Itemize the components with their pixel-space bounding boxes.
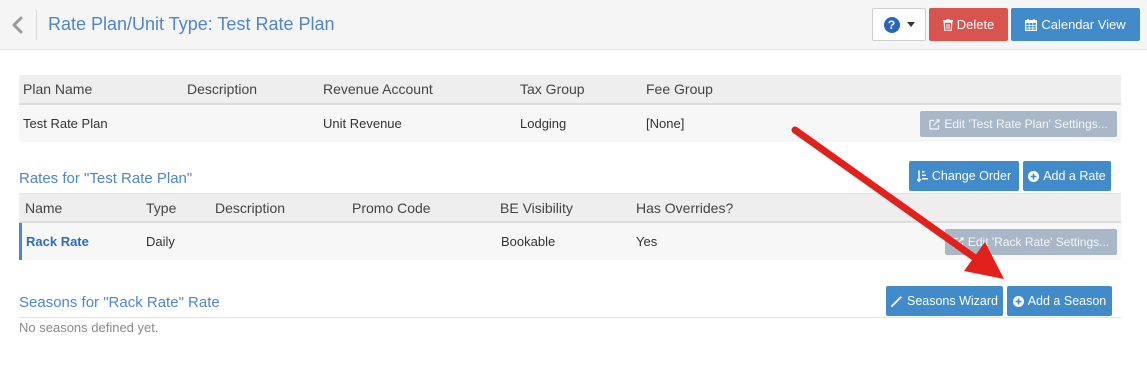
tax-group-cell: Lodging [520, 116, 567, 131]
empty-seasons-message: No seasons defined yet. [19, 320, 159, 335]
trash-icon [942, 18, 953, 31]
rate-name-link[interactable]: Rack Rate [26, 223, 89, 260]
edit-icon [929, 118, 940, 130]
column-header-fee-group: Fee Group [646, 81, 713, 97]
back-button[interactable] [6, 12, 28, 38]
has-overrides-cell: Yes [636, 234, 658, 249]
edit-rate-settings-button[interactable]: Edit 'Rack Rate' Settings... [945, 229, 1117, 255]
question-icon: ? [883, 16, 900, 33]
column-header-revenue-account: Revenue Account [323, 81, 433, 97]
caret-down-icon [906, 22, 915, 27]
edit-plan-settings-button[interactable]: Edit 'Test Rate Plan' Settings... [920, 111, 1117, 137]
edit-rate-settings-label: Edit 'Rack Rate' Settings... [967, 235, 1110, 249]
plan-table-header: Plan Name Description Revenue Account Ta… [19, 75, 1121, 105]
change-order-button[interactable]: Change Order [909, 161, 1019, 191]
calendar-icon [1025, 18, 1038, 31]
be-visibility-cell: Bookable [501, 234, 556, 249]
delete-label: Delete [956, 17, 995, 32]
add-rate-button[interactable]: Add a Rate [1023, 161, 1111, 191]
plus-circle-icon [1012, 295, 1024, 307]
rate-type-cell: Daily [146, 234, 175, 249]
rates-section-title: Rates for "Test Rate Plan" [19, 170, 193, 187]
rates-table-header: Name Type Description Promo Code BE Visi… [19, 194, 1121, 223]
column-header-be-visibility: BE Visibility [500, 199, 573, 216]
edit-plan-settings-label: Edit 'Test Rate Plan' Settings... [944, 117, 1108, 131]
top-bar: Rate Plan/Unit Type: Test Rate Plan ? De… [0, 0, 1147, 50]
divider [36, 10, 37, 40]
page-title: Rate Plan/Unit Type: Test Rate Plan [48, 14, 335, 34]
seasons-section-title: Seasons for "Rack Rate" Rate [19, 294, 220, 311]
chevron-left-icon [12, 16, 23, 34]
column-header-name: Name [25, 199, 63, 216]
column-header-promo-code: Promo Code [352, 199, 431, 216]
magic-wand-icon [891, 295, 903, 307]
column-header-plan-name: Plan Name [23, 81, 93, 97]
sort-icon [916, 170, 928, 182]
delete-button[interactable]: Delete [929, 8, 1008, 41]
column-header-description: Description [215, 199, 286, 216]
plus-circle-icon [1028, 170, 1040, 182]
add-season-label: Add a Season [1027, 294, 1107, 308]
divider [19, 317, 1121, 318]
seasons-wizard-label: Seasons Wizard [906, 294, 998, 308]
edit-icon [953, 236, 964, 248]
help-dropdown-button[interactable]: ? [872, 8, 926, 41]
add-season-button[interactable]: Add a Season [1007, 286, 1112, 316]
add-rate-label: Add a Rate [1043, 169, 1106, 183]
column-header-tax-group: Tax Group [520, 81, 585, 97]
fee-group-cell: [None] [646, 116, 685, 131]
change-order-label: Change Order [931, 169, 1012, 183]
column-header-has-overrides: Has Overrides? [636, 199, 734, 216]
seasons-wizard-button[interactable]: Seasons Wizard [886, 286, 1003, 316]
column-header-description: Description [187, 81, 258, 97]
calendar-view-button[interactable]: Calendar View [1011, 8, 1140, 41]
revenue-account-cell: Unit Revenue [323, 116, 402, 131]
calendar-view-label: Calendar View [1041, 17, 1126, 32]
plan-name-cell: Test Rate Plan [23, 116, 108, 131]
column-header-type: Type [146, 199, 177, 216]
